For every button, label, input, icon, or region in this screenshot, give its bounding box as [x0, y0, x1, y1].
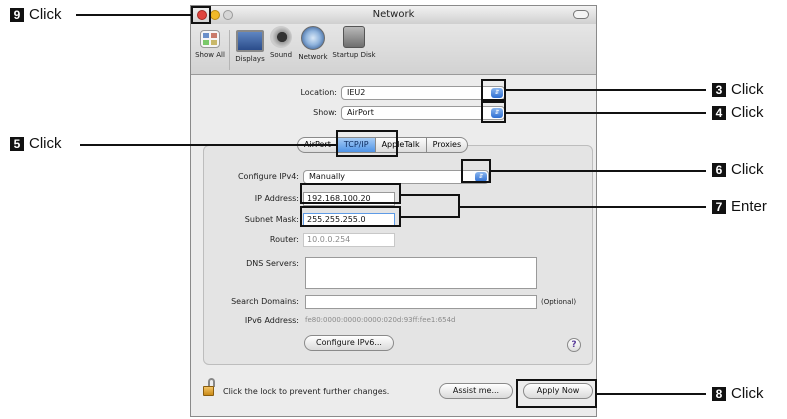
step-action: Click	[731, 385, 764, 402]
dns-servers-label: DNS Servers:	[246, 259, 299, 268]
step-action: Click	[731, 104, 764, 121]
highlight-apply-button	[516, 379, 597, 408]
configure-ipv4-label: Configure IPv4:	[237, 172, 299, 181]
highlight-subnet-field	[300, 206, 401, 227]
title-bar: Network	[191, 6, 596, 25]
callout-step-4: 4 Click	[712, 104, 764, 122]
step-number: 3	[712, 83, 726, 97]
window-title: Network	[372, 9, 415, 20]
highlight-ip-field	[300, 183, 401, 204]
step-number: 7	[712, 200, 726, 214]
location-value: IEU2	[347, 88, 366, 97]
toolbar-network[interactable]: Network	[297, 26, 329, 61]
toolbar-startup-disk[interactable]: Startup Disk	[331, 26, 377, 59]
step-action: Click	[29, 135, 62, 152]
lock-text: Click the lock to prevent further change…	[223, 387, 390, 396]
location-label: Location:	[300, 88, 337, 97]
help-button[interactable]: ?	[567, 338, 581, 352]
step-number: 5	[10, 137, 24, 151]
highlight-location-stepper	[481, 79, 506, 101]
search-domains-field[interactable]	[305, 295, 537, 309]
leader-line	[401, 216, 460, 218]
step-number: 4	[712, 106, 726, 120]
ipv6-address-label: IPv6 Address:	[244, 316, 299, 325]
step-action: Enter	[731, 198, 767, 215]
callout-step-8: 8 Click	[712, 385, 764, 403]
optional-note: (Optional)	[541, 298, 577, 306]
router-label: Router:	[269, 235, 299, 244]
callout-step-7: 7 Enter	[712, 198, 767, 216]
leader-line	[491, 170, 706, 172]
callout-step-3: 3 Click	[712, 81, 764, 99]
step-action: Click	[29, 6, 62, 23]
callout-step-5: 5 Click	[10, 135, 62, 153]
step-action: Click	[731, 161, 764, 178]
leader-line	[76, 14, 191, 16]
toolbar-toggle-button[interactable]	[573, 10, 589, 19]
toolbar-label: Network	[298, 53, 328, 61]
highlight-show-stepper	[481, 101, 506, 123]
toolbar-sound[interactable]: Sound	[268, 26, 294, 59]
leader-line	[506, 112, 706, 114]
callout-step-9: 9 Click	[10, 6, 62, 24]
assist-me-button[interactable]: Assist me...	[439, 383, 513, 399]
highlight-tcpip-tab	[336, 130, 398, 157]
leader-line	[506, 89, 706, 91]
startup-disk-icon	[343, 26, 365, 48]
step-number: 8	[712, 387, 726, 401]
show-label: Show:	[313, 108, 337, 117]
leader-line	[401, 194, 460, 196]
configure-ipv6-button[interactable]: Configure IPv6...	[304, 335, 394, 351]
toolbar-label: Show All	[195, 51, 225, 59]
toolbar-label: Startup Disk	[332, 51, 376, 59]
network-icon	[301, 26, 325, 50]
search-domains-label: Search Domains:	[231, 297, 299, 306]
tab-proxies[interactable]: Proxies	[425, 137, 469, 153]
ipv6-address-value: fe80:0000:0000:0000:020d:93ff:fee1:654d	[305, 316, 456, 324]
leader-line	[460, 206, 706, 208]
network-pane: Location: IEU2 ⇵ Show: AirPort ⇵ AirPort…	[191, 75, 596, 416]
toolbar-displays[interactable]: Displays	[233, 26, 267, 63]
leader-line	[80, 144, 336, 146]
toolbar-show-all[interactable]: Show All	[193, 26, 227, 59]
step-number: 9	[10, 8, 24, 22]
highlight-close	[191, 6, 211, 24]
lock-icon[interactable]	[203, 378, 217, 398]
step-number: 6	[712, 163, 726, 177]
ip-address-label: IP Address:	[254, 194, 299, 203]
show-all-icon	[200, 30, 220, 48]
toolbar: Show All Displays Sound Network Startup …	[191, 24, 596, 75]
leader-line	[597, 393, 706, 395]
step-action: Click	[731, 81, 764, 98]
toolbar-label: Displays	[235, 55, 265, 63]
callout-step-6: 6 Click	[712, 161, 764, 179]
sound-icon	[270, 26, 292, 48]
show-value: AirPort	[347, 108, 374, 117]
subnet-mask-label: Subnet Mask:	[244, 215, 299, 224]
toolbar-divider	[229, 30, 230, 70]
highlight-configure-stepper	[461, 159, 491, 183]
displays-icon	[236, 30, 264, 52]
configure-ipv4-value: Manually	[309, 172, 346, 181]
dns-servers-field[interactable]	[305, 257, 537, 289]
router-field[interactable]: 10.0.0.254	[303, 233, 395, 247]
toolbar-label: Sound	[269, 51, 293, 59]
